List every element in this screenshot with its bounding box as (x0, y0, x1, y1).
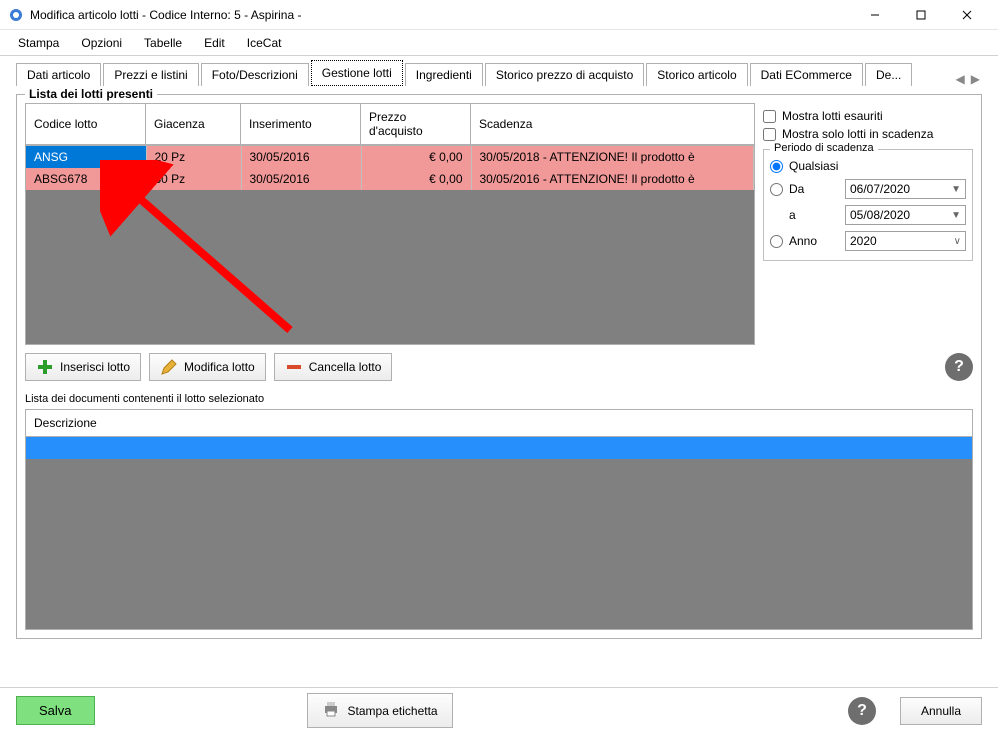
docs-column-header[interactable]: Descrizione (26, 410, 972, 437)
menu-edit[interactable]: Edit (194, 32, 235, 54)
cell-exp: 30/05/2016 - ATTENZIONE! Il prodotto è (471, 168, 754, 190)
lots-legend: Lista dei lotti presenti (25, 87, 157, 101)
checkbox-expiring[interactable] (763, 128, 776, 141)
cell-ins: 30/05/2016 (241, 146, 361, 168)
cell-ins: 30/05/2016 (241, 168, 361, 190)
docs-table: Descrizione (25, 409, 973, 630)
checkbox-exhausted[interactable] (763, 110, 776, 123)
cancel-button[interactable]: Annulla (900, 697, 982, 725)
cell-qty: 30 Pz (146, 168, 241, 190)
tab-dati-articolo[interactable]: Dati articolo (16, 63, 101, 86)
tab-storico-articolo[interactable]: Storico articolo (646, 63, 747, 86)
print-label-button[interactable]: Stampa etichetta (307, 693, 453, 728)
lots-fieldset: Lista dei lotti presenti Codice lotto Gi… (16, 94, 982, 639)
lots-table: Codice lotto Giacenza Inserimento Prezzo… (25, 103, 755, 145)
cell-code: ABSG678 (26, 168, 146, 190)
label-exhausted: Mostra lotti esauriti (782, 109, 883, 123)
label-year: Anno (789, 234, 839, 248)
label-from: Da (789, 182, 839, 196)
help-button[interactable]: ? (945, 353, 973, 381)
menu-stampa[interactable]: Stampa (8, 32, 69, 54)
label-to: a (789, 208, 839, 222)
menu-tabelle[interactable]: Tabelle (134, 32, 192, 54)
docs-label: Lista dei documenti contenenti il lotto … (25, 389, 973, 409)
printer-icon (322, 700, 340, 721)
help-button-bottom[interactable]: ? (848, 697, 876, 725)
chevron-down-icon: ▼ (951, 184, 961, 195)
col-giacenza[interactable]: Giacenza (146, 104, 241, 145)
date-from[interactable]: 06/07/2020 ▼ (845, 179, 966, 199)
titlebar: Modifica articolo lotti - Codice Interno… (0, 0, 998, 30)
col-inserimento[interactable]: Inserimento (241, 104, 361, 145)
chevron-down-icon: ∨ (954, 236, 961, 247)
tab-scroll-left-icon[interactable]: ◀ (954, 72, 967, 86)
radio-any[interactable] (770, 160, 783, 173)
cell-price: € 0,00 (361, 146, 471, 168)
plus-icon (36, 358, 54, 376)
year-select[interactable]: 2020 ∨ (845, 231, 966, 251)
pencil-icon (160, 358, 178, 376)
col-prezzo[interactable]: Prezzo d'acquisto (361, 104, 471, 145)
col-scadenza[interactable]: Scadenza (471, 104, 755, 145)
tab-ecommerce[interactable]: Dati ECommerce (750, 63, 863, 86)
label-any: Qualsiasi (789, 159, 839, 173)
cell-qty: 20 Pz (146, 146, 241, 168)
cell-price: € 0,00 (361, 168, 471, 190)
col-codice[interactable]: Codice lotto (26, 104, 146, 145)
filter-panel: Mostra lotti esauriti Mostra solo lotti … (763, 103, 973, 345)
app-icon (8, 7, 24, 23)
date-to[interactable]: 05/08/2020 ▼ (845, 205, 966, 225)
maximize-button[interactable] (898, 0, 944, 30)
tab-scroll-right-icon[interactable]: ▶ (969, 72, 982, 86)
menu-icecat[interactable]: IceCat (237, 32, 292, 54)
table-row[interactable]: ANSG 20 Pz 30/05/2016 € 0,00 30/05/2018 … (26, 146, 754, 168)
edit-lot-button[interactable]: Modifica lotto (149, 353, 266, 381)
radio-year[interactable] (770, 235, 783, 248)
close-button[interactable] (944, 0, 990, 30)
menubar: Stampa Opzioni Tabelle Edit IceCat (0, 30, 998, 56)
menu-opzioni[interactable]: Opzioni (71, 32, 132, 54)
window-title: Modifica articolo lotti - Codice Interno… (30, 8, 852, 22)
tab-truncated[interactable]: De... (865, 63, 912, 86)
insert-lot-button[interactable]: Inserisci lotto (25, 353, 141, 381)
tab-storico-prezzo[interactable]: Storico prezzo di acquisto (485, 63, 644, 86)
docs-selected-row[interactable] (26, 437, 972, 459)
cell-code: ANSG (26, 146, 146, 168)
table-row[interactable]: ABSG678 30 Pz 30/05/2016 € 0,00 30/05/20… (26, 168, 754, 190)
label-expiring: Mostra solo lotti in scadenza (782, 127, 933, 141)
tab-prezzi[interactable]: Prezzi e listini (103, 63, 198, 86)
minimize-button[interactable] (852, 0, 898, 30)
bottombar: Salva Stampa etichetta ? Annulla (0, 687, 998, 733)
minus-icon (285, 358, 303, 376)
radio-from[interactable] (770, 183, 783, 196)
tab-foto[interactable]: Foto/Descrizioni (201, 63, 309, 86)
save-button[interactable]: Salva (16, 696, 95, 725)
chevron-down-icon: ▼ (951, 210, 961, 221)
tab-gestione-lotti[interactable]: Gestione lotti (311, 60, 403, 86)
cell-exp: 30/05/2018 - ATTENZIONE! Il prodotto è (471, 146, 754, 168)
docs-body (26, 459, 972, 629)
tab-ingredienti[interactable]: Ingredienti (405, 63, 483, 86)
delete-lot-button[interactable]: Cancella lotto (274, 353, 393, 381)
period-legend: Periodo di scadenza (770, 142, 878, 154)
tabbar: Dati articolo Prezzi e listini Foto/Desc… (0, 56, 998, 86)
